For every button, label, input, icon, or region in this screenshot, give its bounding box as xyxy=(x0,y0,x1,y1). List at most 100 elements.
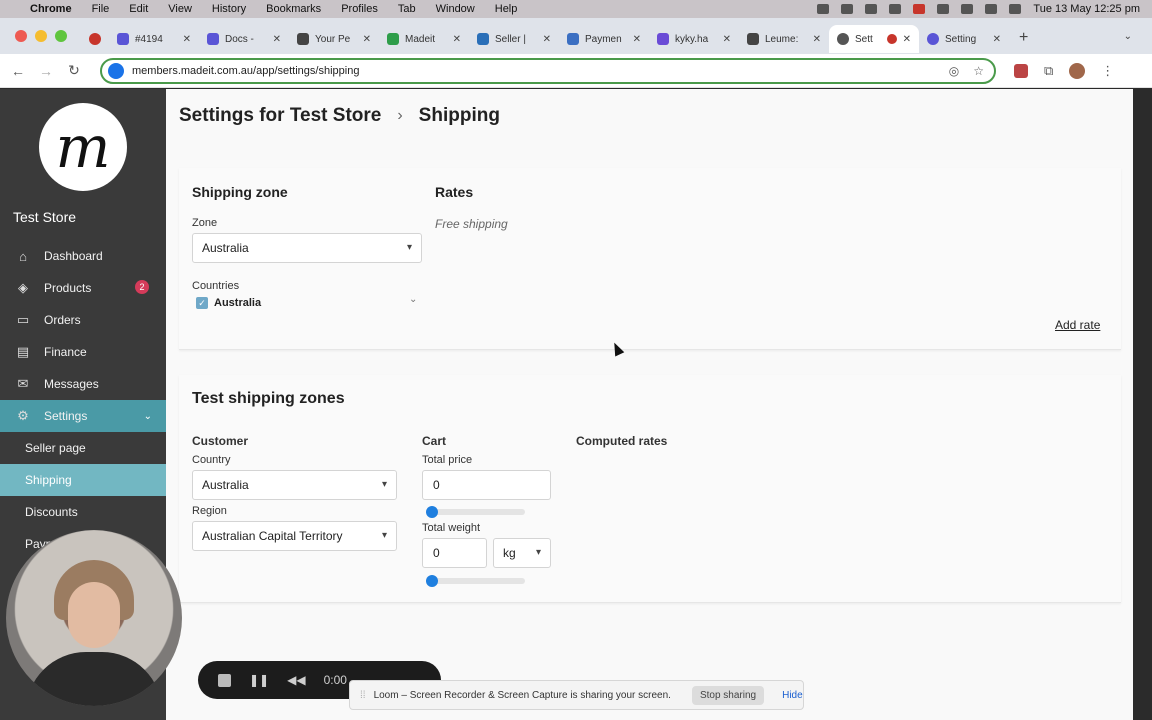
browser-tab-active[interactable]: Sett ✕ xyxy=(829,25,919,53)
pause-icon[interactable]: ❚❚ xyxy=(249,673,269,687)
tab-close-icon[interactable]: ✕ xyxy=(903,34,911,45)
macos-menubar: Chrome File Edit View History Bookmarks … xyxy=(0,0,1152,18)
tab-close-icon[interactable]: ✕ xyxy=(183,34,191,45)
menu-app-name[interactable]: Chrome xyxy=(30,3,72,15)
sidebar-item-label: Products xyxy=(44,281,92,295)
browser-tab[interactable]: #4194 ✕ xyxy=(109,25,199,53)
tracking-protection-icon[interactable]: ◎ xyxy=(949,64,959,78)
omnibox-actions: ◎ ☆ xyxy=(949,64,994,78)
tab-search-icon[interactable]: ⌄ xyxy=(1124,31,1132,42)
browser-tab[interactable]: Your Pe ✕ xyxy=(289,25,379,53)
browser-tab[interactable]: kyky.ha ✕ xyxy=(649,25,739,53)
menubar-clock[interactable]: Tue 13 May 12:25 pm xyxy=(1033,3,1140,15)
sidebar-item-settings[interactable]: ⚙ Settings ⌄ xyxy=(0,400,166,432)
address-url[interactable]: members.madeit.com.au/app/settings/shipp… xyxy=(132,65,359,77)
chrome-menu-icon[interactable]: ⋮ xyxy=(1101,63,1114,79)
sidebar-subitem-seller-page[interactable]: Seller page xyxy=(0,432,166,464)
browser-tab[interactable]: Leume: ✕ xyxy=(739,25,829,53)
browser-tab[interactable]: Setting ✕ xyxy=(919,25,1009,53)
control-center-icon[interactable] xyxy=(1009,4,1022,14)
reload-icon[interactable]: ↻ xyxy=(60,62,88,79)
tab-close-icon[interactable]: ✕ xyxy=(363,34,371,45)
slider-handle[interactable] xyxy=(426,506,438,518)
total-price-input[interactable]: 0 xyxy=(422,470,551,500)
slider-handle[interactable] xyxy=(426,575,438,587)
stop-sharing-button[interactable]: Stop sharing xyxy=(691,685,765,705)
sidebar-subitem-shipping[interactable]: Shipping xyxy=(0,464,166,496)
sidebar-item-messages[interactable]: ✉ Messages xyxy=(0,368,166,400)
browser-tab[interactable] xyxy=(81,25,109,53)
menu-view[interactable]: View xyxy=(168,3,192,15)
country-checkbox[interactable]: ✓ xyxy=(196,297,208,309)
wifi-icon[interactable] xyxy=(961,4,974,14)
tab-close-icon[interactable]: ✕ xyxy=(633,34,641,45)
browser-tab[interactable]: Madeit ✕ xyxy=(379,25,469,53)
extension-icon[interactable] xyxy=(1014,63,1028,78)
sidebar-item-products[interactable]: ◈ Products 2 xyxy=(0,272,166,304)
sidebar-item-orders[interactable]: ▭ Orders xyxy=(0,304,166,336)
menu-window[interactable]: Window xyxy=(436,3,475,15)
weight-unit-select[interactable]: kg ▾ xyxy=(493,538,551,568)
browser-tab[interactable]: Paymen ✕ xyxy=(559,25,649,53)
shipping-zone-heading: Shipping zone xyxy=(192,184,288,200)
status-app-icon[interactable] xyxy=(889,4,902,14)
rewind-icon[interactable]: ◀◀ xyxy=(287,673,305,687)
menu-profiles[interactable]: Profiles xyxy=(341,3,378,15)
site-info-icon[interactable] xyxy=(108,62,124,79)
menu-tab[interactable]: Tab xyxy=(398,3,416,15)
add-rate-link[interactable]: Add rate xyxy=(1055,318,1100,332)
tab-close-icon[interactable]: ✕ xyxy=(813,34,821,45)
tab-label: kyky.ha xyxy=(675,33,709,45)
webcam-bubble[interactable] xyxy=(6,530,182,706)
store-logo[interactable]: m xyxy=(39,103,127,191)
menu-bookmarks[interactable]: Bookmarks xyxy=(266,3,321,15)
address-bar[interactable]: members.madeit.com.au/app/settings/shipp… xyxy=(100,57,996,84)
menu-history[interactable]: History xyxy=(212,3,246,15)
sidebar-item-dashboard[interactable]: ⌂ Dashboard xyxy=(0,240,166,272)
tab-close-icon[interactable]: ✕ xyxy=(273,34,281,45)
bluetooth-icon[interactable] xyxy=(937,4,950,14)
close-window-icon[interactable] xyxy=(15,30,27,42)
search-icon[interactable] xyxy=(985,4,998,14)
tab-close-icon[interactable]: ✕ xyxy=(723,34,731,45)
back-icon[interactable]: ← xyxy=(4,63,32,79)
minimize-window-icon[interactable] xyxy=(35,30,47,42)
extensions-puzzle-icon[interactable]: ⧉ xyxy=(1044,63,1053,79)
store-name: Test Store xyxy=(13,209,77,225)
sidebar-item-finance[interactable]: ▤ Finance xyxy=(0,336,166,368)
total-weight-slider[interactable] xyxy=(426,575,525,587)
tab-close-icon[interactable]: ✕ xyxy=(543,34,551,45)
new-tab-icon[interactable]: + xyxy=(1009,29,1038,47)
tab-close-icon[interactable]: ✕ xyxy=(993,34,1001,45)
battery-icon[interactable] xyxy=(913,4,926,14)
countries-expand-icon[interactable]: ⌄ xyxy=(409,294,417,305)
drag-handle-icon[interactable]: ⁞⁞ xyxy=(360,690,366,701)
breadcrumb-settings[interactable]: Settings for Test Store xyxy=(179,105,381,127)
total-weight-label: Total weight xyxy=(422,522,481,534)
browser-tab[interactable]: Seller | ✕ xyxy=(469,25,559,53)
sidebar-subitem-discounts[interactable]: Discounts xyxy=(0,496,166,528)
menu-file[interactable]: File xyxy=(92,3,110,15)
webcam-person-shoulders xyxy=(26,652,162,706)
status-app-icon[interactable] xyxy=(817,4,830,14)
country-select[interactable]: Australia ▾ xyxy=(192,470,397,500)
total-weight-input[interactable]: 0 xyxy=(422,538,487,568)
region-select[interactable]: Australian Capital Territory ▾ xyxy=(192,521,397,551)
tab-close-icon[interactable]: ✕ xyxy=(453,34,461,45)
hide-sharing-bar-button[interactable]: Hide xyxy=(782,690,803,701)
zoom-window-icon[interactable] xyxy=(55,30,67,42)
total-price-slider[interactable] xyxy=(426,506,525,518)
forward-icon[interactable]: → xyxy=(32,63,60,79)
status-app-icon[interactable] xyxy=(841,4,854,14)
stop-recording-icon[interactable] xyxy=(218,673,231,687)
tab-label: Madeit xyxy=(405,33,436,45)
status-app-icon[interactable] xyxy=(865,4,878,14)
page-scrollbar[interactable] xyxy=(1133,89,1152,720)
bookmark-star-icon[interactable]: ☆ xyxy=(973,64,984,78)
sidebar-nav: ⌂ Dashboard ◈ Products 2 ▭ Orders ▤ Fina… xyxy=(0,240,166,560)
browser-tab[interactable]: Docs - ✕ xyxy=(199,25,289,53)
profile-avatar[interactable] xyxy=(1069,62,1086,79)
menu-help[interactable]: Help xyxy=(495,3,518,15)
menu-edit[interactable]: Edit xyxy=(129,3,148,15)
zone-select[interactable]: Australia ▾ xyxy=(192,233,422,263)
